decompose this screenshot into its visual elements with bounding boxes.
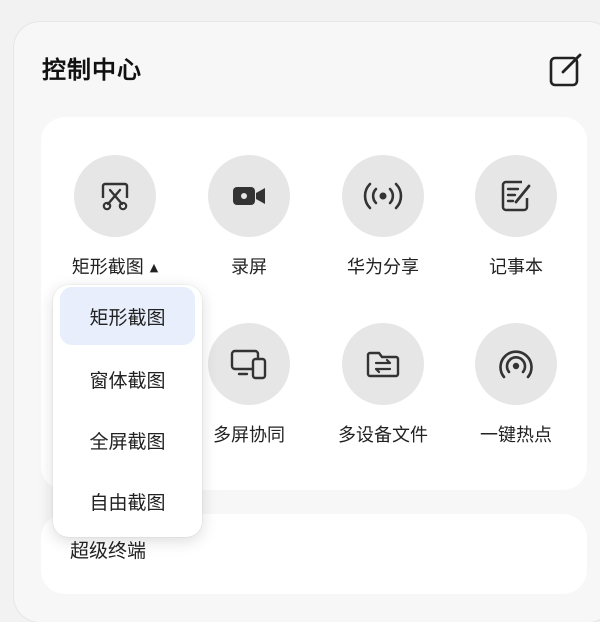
tile-label: 多屏协同 [213,425,285,446]
tile-label: 记事本 [489,257,543,278]
tile-icon-circle [342,323,424,405]
tile-huawei-share[interactable]: 华为分享 [328,155,438,279]
tile-icon-circle [74,155,156,237]
tile-label: 一键热点 [480,425,552,446]
tile-rect-screenshot[interactable]: 矩形截图 ▲ [60,155,170,279]
tile-label: 多设备文件 [338,425,428,446]
tile-label: 华为分享 [347,257,419,278]
edit-button[interactable] [549,52,585,88]
tile-label: 矩形截图 [71,257,144,278]
screenshot-crop-icon [101,182,129,211]
folder-transfer-icon [366,351,400,378]
page-title: 控制中心 [42,56,142,84]
dropdown-item-rect-screenshot[interactable]: 矩形截图 [60,287,195,345]
tile-icon-circle [475,323,557,405]
tile-notepad[interactable]: 记事本 [461,155,571,279]
caret-up-icon[interactable]: ▲ [150,261,158,274]
tile-icon-circle [475,155,557,237]
tile-icon-circle [208,155,290,237]
tile-screen-record[interactable]: 录屏 [194,155,304,279]
edit-square-icon [549,53,582,87]
tile-multi-device-files[interactable]: 多设备文件 [328,323,438,447]
hotspot-icon [499,350,533,379]
tile-label: 录屏 [231,257,267,278]
super-device-label: 超级终端 [70,540,147,562]
share-broadcast-icon [363,182,403,210]
dropdown-item-freeform-screenshot[interactable]: 自由截图 [60,472,195,530]
screenshot-mode-dropdown: 矩形截图 窗体截图 全屏截图 自由截图 [53,285,202,537]
notepad-icon [501,180,531,212]
video-camera-icon [233,187,265,205]
dropdown-item-window-screenshot[interactable]: 窗体截图 [60,350,195,408]
dropdown-item-fullscreen-screenshot[interactable]: 全屏截图 [60,411,195,469]
tile-icon-circle [208,323,290,405]
multi-screen-icon [230,349,267,380]
tile-multi-screen[interactable]: 多屏协同 [194,323,304,447]
tile-icon-circle [342,155,424,237]
tile-hotspot[interactable]: 一键热点 [461,323,571,447]
